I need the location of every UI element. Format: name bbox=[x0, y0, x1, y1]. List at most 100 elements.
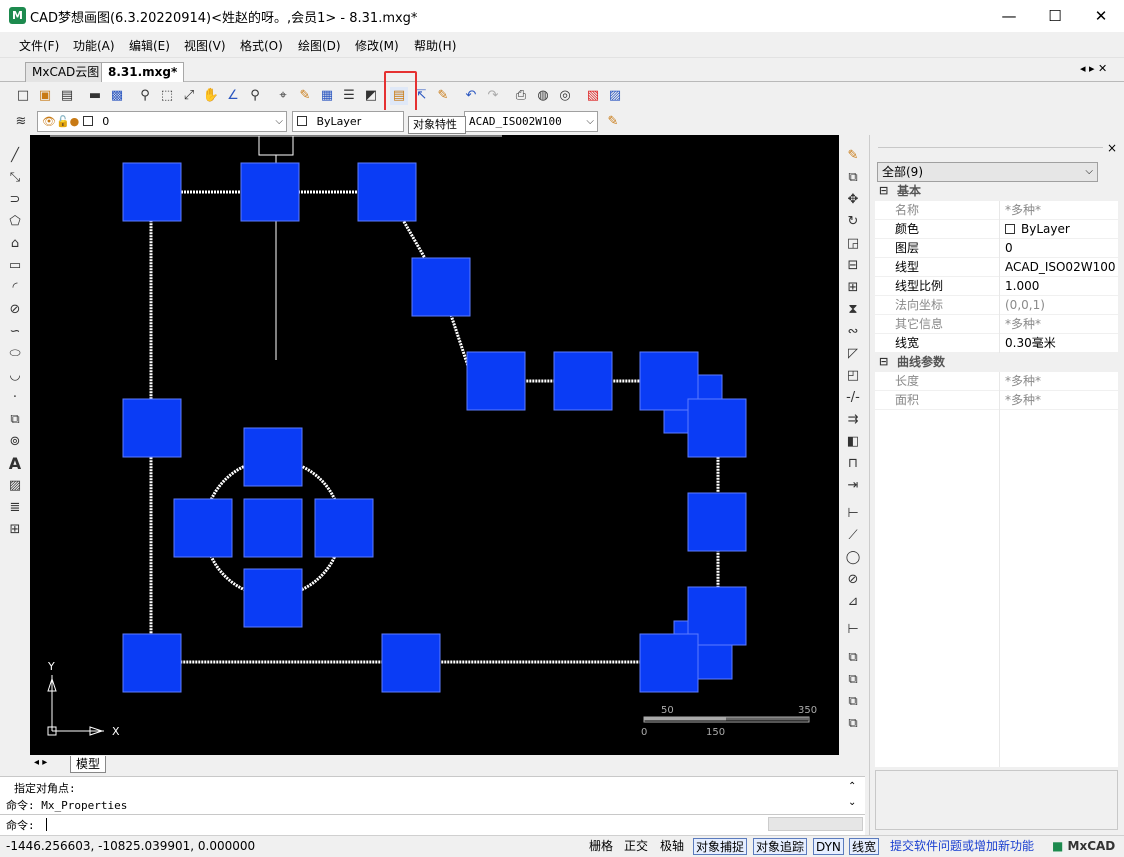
layout-nav-icon[interactable]: ◂ ▸ bbox=[34, 757, 47, 768]
insert-block-icon[interactable]: ⧉ bbox=[6, 411, 24, 429]
tab-current-drawing[interactable]: 8.31.mxg* bbox=[101, 62, 185, 82]
mirror-icon[interactable]: ⧗ bbox=[844, 301, 862, 319]
save-icon[interactable]: ▤ bbox=[58, 87, 76, 105]
collapse-icon[interactable]: ⊟ bbox=[879, 353, 888, 371]
break-icon[interactable]: ⊓ bbox=[844, 455, 862, 473]
selection-filter-select[interactable]: 全部(9) ⌵ bbox=[877, 162, 1098, 182]
property-row-normal[interactable]: 法向坐标 (0,0,1) bbox=[875, 296, 1118, 315]
toggle-grid[interactable]: 栅格 bbox=[587, 838, 615, 855]
dim-aligned-icon[interactable]: ⟋ bbox=[844, 527, 862, 545]
list-icon[interactable]: ☰ bbox=[340, 87, 358, 105]
dim-radius-icon[interactable]: ◯ bbox=[844, 549, 862, 567]
ellipse-arc-icon[interactable]: ◡ bbox=[6, 367, 24, 385]
zoom-window-icon[interactable]: ⬚ bbox=[158, 87, 176, 105]
toggle-osnap[interactable]: 对象捕捉 bbox=[693, 838, 748, 855]
property-row-layer[interactable]: 图层 0 bbox=[875, 239, 1118, 258]
move-icon[interactable]: ✥ bbox=[844, 191, 862, 209]
menu-format[interactable]: 格式(O) bbox=[240, 37, 283, 54]
array-icon[interactable]: ⊞ bbox=[844, 279, 862, 297]
offset-icon[interactable]: ⊟ bbox=[844, 257, 862, 275]
open-file-icon[interactable]: ▣ bbox=[36, 87, 54, 105]
close-panel-button[interactable]: × bbox=[1107, 141, 1117, 155]
close-button[interactable]: ✕ bbox=[1078, 0, 1124, 32]
tab-model[interactable]: 模型 bbox=[70, 756, 106, 773]
property-row-other-info[interactable]: 其它信息 *多种* bbox=[875, 315, 1118, 334]
explode-icon[interactable]: ◧ bbox=[844, 433, 862, 451]
menu-modify[interactable]: 修改(M) bbox=[355, 37, 399, 54]
minimize-button[interactable]: — bbox=[986, 0, 1032, 32]
menu-view[interactable]: 视图(V) bbox=[184, 37, 226, 54]
print-icon[interactable]: ⎙ bbox=[512, 87, 530, 105]
command-input[interactable]: 命令: bbox=[0, 814, 865, 833]
pencil-icon[interactable]: ✎ bbox=[296, 87, 314, 105]
section-basic[interactable]: ⊟ 基本 bbox=[875, 182, 1118, 201]
linetype-select[interactable]: ACAD_ISO02W100 ⌵ bbox=[464, 111, 598, 132]
menu-file[interactable]: 文件(F) bbox=[19, 37, 59, 54]
layer-stack-icon[interactable]: ⧉ bbox=[844, 649, 862, 667]
drawing-canvas[interactable]: Y X 50 350 0 150 bbox=[30, 135, 839, 755]
toggle-ortho[interactable]: 正交 bbox=[622, 838, 650, 855]
menu-help[interactable]: 帮助(H) bbox=[414, 37, 456, 54]
image-icon[interactable]: ▨ bbox=[6, 477, 24, 495]
scale-icon[interactable]: ◲ bbox=[844, 235, 862, 253]
property-row-lineweight[interactable]: 线宽 0.30毫米 bbox=[875, 334, 1118, 353]
layers-icon[interactable]: ≋ bbox=[12, 113, 30, 131]
menu-edit[interactable]: 编辑(E) bbox=[129, 37, 170, 54]
extend-icon[interactable]: ⇉ bbox=[844, 411, 862, 429]
chamfer-icon[interactable]: ◸ bbox=[844, 345, 862, 363]
select-icon[interactable]: ⌖ bbox=[274, 87, 292, 105]
horizontal-scrollbar[interactable] bbox=[768, 817, 863, 831]
line-icon[interactable]: ╱ bbox=[6, 147, 24, 165]
layer-manager-icon[interactable]: ▦ bbox=[318, 87, 336, 105]
scroll-arrows[interactable]: ⌃ ⌄ bbox=[848, 779, 856, 811]
toggle-lineweight[interactable]: 线宽 bbox=[849, 838, 880, 855]
feedback-link[interactable]: 提交软件问题或增加新功能 bbox=[888, 838, 1036, 855]
image-export-icon[interactable]: ▨ bbox=[606, 87, 624, 105]
dim-continue-icon[interactable]: ⊢ bbox=[844, 621, 862, 639]
tab-navigation[interactable]: ◂ ▸ ✕ bbox=[1080, 62, 1107, 75]
dim-linear-icon[interactable]: ⊢ bbox=[844, 505, 862, 523]
save-as-icon[interactable]: ▩ bbox=[108, 87, 126, 105]
toggle-dyn[interactable]: DYN bbox=[813, 838, 844, 855]
redo-icon[interactable]: ↷ bbox=[484, 87, 502, 105]
search-icon[interactable]: ⚲ bbox=[246, 87, 264, 105]
toggle-otrack[interactable]: 对象追踪 bbox=[753, 838, 808, 855]
text-icon[interactable]: A bbox=[6, 455, 24, 473]
erase-icon[interactable]: ✎ bbox=[844, 147, 862, 165]
arc-icon[interactable]: ◜ bbox=[6, 279, 24, 297]
polygon-icon[interactable]: ⬠ bbox=[6, 213, 24, 231]
rotate-icon[interactable]: ↻ bbox=[844, 213, 862, 231]
folder-icon[interactable]: ▬ bbox=[86, 87, 104, 105]
property-row-area[interactable]: 面积 *多种* bbox=[875, 391, 1118, 410]
polyline-icon[interactable]: ⊃ bbox=[6, 191, 24, 209]
property-row-name[interactable]: 名称 *多种* bbox=[875, 201, 1118, 220]
menu-function[interactable]: 功能(A) bbox=[73, 37, 115, 54]
pan-hand-icon[interactable]: ✋ bbox=[202, 87, 220, 105]
property-row-color[interactable]: 颜色 ByLayer bbox=[875, 220, 1118, 239]
rectangle-icon[interactable]: ▭ bbox=[6, 257, 24, 275]
copy-icon[interactable]: ⧉ bbox=[844, 169, 862, 187]
dim-diameter-icon[interactable]: ⊘ bbox=[844, 571, 862, 589]
bring-front-icon[interactable]: ⧉ bbox=[844, 693, 862, 711]
new-file-icon[interactable]: □ bbox=[14, 87, 32, 105]
collapse-icon[interactable]: ⊟ bbox=[879, 182, 888, 200]
trim-icon[interactable]: -/- bbox=[844, 389, 862, 407]
section-curve-params[interactable]: ⊟ 曲线参数 bbox=[875, 353, 1118, 372]
maximize-button[interactable]: ☐ bbox=[1032, 0, 1078, 32]
fillet-icon[interactable]: ◰ bbox=[844, 367, 862, 385]
format-brush-icon[interactable]: ✎ bbox=[434, 87, 452, 105]
property-row-length[interactable]: 长度 *多种* bbox=[875, 372, 1118, 391]
send-back-icon[interactable]: ⧉ bbox=[844, 715, 862, 733]
tab-mxcad-cloud[interactable]: MxCAD云图 bbox=[25, 62, 107, 82]
pentagon-icon[interactable]: ⌂ bbox=[6, 235, 24, 253]
dim-angle-icon[interactable]: ⊿ bbox=[844, 593, 862, 611]
spline-icon[interactable]: ∽ bbox=[6, 323, 24, 341]
point-icon[interactable]: · bbox=[6, 389, 24, 407]
mtext-icon[interactable]: ≣ bbox=[6, 499, 24, 517]
table-icon[interactable]: ⊞ bbox=[6, 521, 24, 539]
menu-draw[interactable]: 绘图(D) bbox=[298, 37, 341, 54]
pencil-icon[interactable]: ✎ bbox=[604, 113, 622, 131]
color-select[interactable]: ByLayer bbox=[292, 111, 404, 132]
circle-icon[interactable]: ⊘ bbox=[6, 301, 24, 319]
construction-line-icon[interactable]: ⤡ bbox=[6, 169, 24, 187]
